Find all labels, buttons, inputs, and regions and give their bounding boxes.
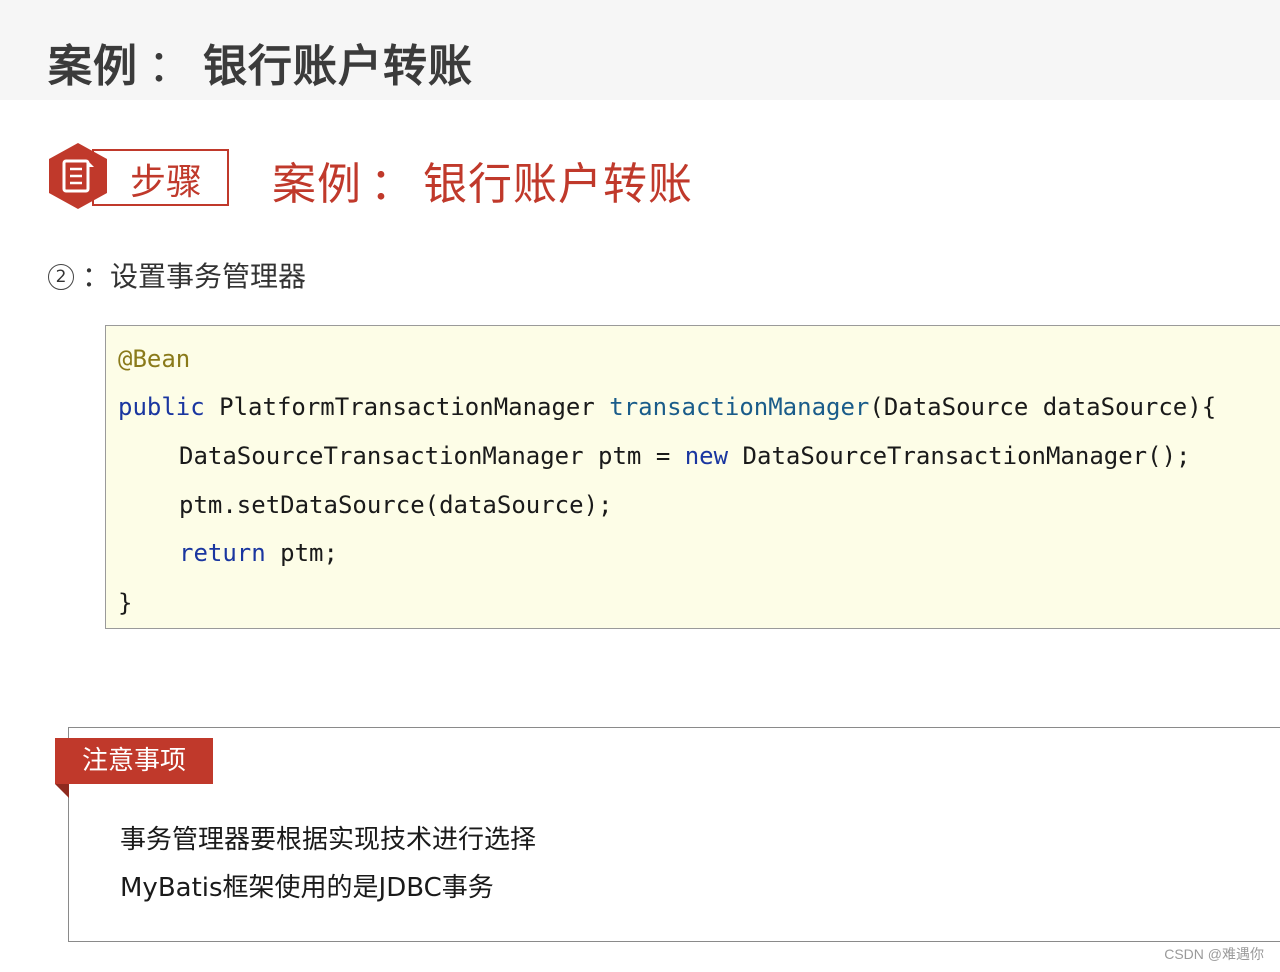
note-line-2: MyBatis框架使用的是JDBC事务 <box>120 873 494 903</box>
notes-tag-fold <box>55 784 69 798</box>
document-icon <box>49 143 107 209</box>
code-line-3: DataSourceTransactionManager ptm = new D… <box>179 442 1190 470</box>
page-title-sep: ： <box>148 41 193 92</box>
code-keyword-return: return <box>179 539 266 567</box>
sub-point-text: 设置事务管理器 <box>110 260 307 293</box>
code-annotation: @Bean <box>118 345 191 373</box>
note-line-1: 事务管理器要根据实现技术进行选择 <box>120 825 537 855</box>
step-heading: 案例：银行账户转账 <box>272 148 693 212</box>
code-keyword-public: public <box>118 393 205 421</box>
code-call: ptm.setDataSource(dataSource); <box>179 491 613 519</box>
code-line-5: return ptm; <box>179 539 338 567</box>
code-params: (DataSource dataSource){ <box>869 393 1217 421</box>
page-title-right: 银行账户转账 <box>203 41 473 92</box>
code-return-value: ptm; <box>265 539 338 567</box>
step-heading-left: 案例 <box>272 159 362 210</box>
code-return-type: PlatformTransactionManager <box>204 393 610 421</box>
code-decl: DataSourceTransactionManager ptm = <box>179 442 685 470</box>
code-line-6: } <box>118 589 132 617</box>
code-line-1: @Bean <box>118 345 190 373</box>
code-method-name: transactionManager <box>609 393 870 421</box>
sub-point: 2 ：设置事务管理器 <box>48 255 306 295</box>
watermark: CSDN @难遇你 <box>1164 946 1264 962</box>
code-block <box>105 325 1280 629</box>
page-title: 案例：银行账户转账 <box>48 30 473 94</box>
step-heading-right: 银行账户转账 <box>423 159 693 210</box>
code-line-2: public PlatformTransactionManager transa… <box>118 393 1216 421</box>
code-closing-brace: } <box>118 589 133 617</box>
sub-point-sep: ： <box>82 260 111 293</box>
code-line-4: ptm.setDataSource(dataSource); <box>179 491 612 519</box>
code-keyword-new: new <box>684 442 729 470</box>
circled-number: 2 <box>48 264 74 290</box>
code-constructor: DataSourceTransactionManager(); <box>728 442 1191 470</box>
step-heading-sep: ： <box>370 159 415 210</box>
notes-tag: 注意事项 <box>55 738 213 784</box>
page-title-left: 案例 <box>48 41 138 92</box>
step-label: 步骤 <box>130 162 203 203</box>
